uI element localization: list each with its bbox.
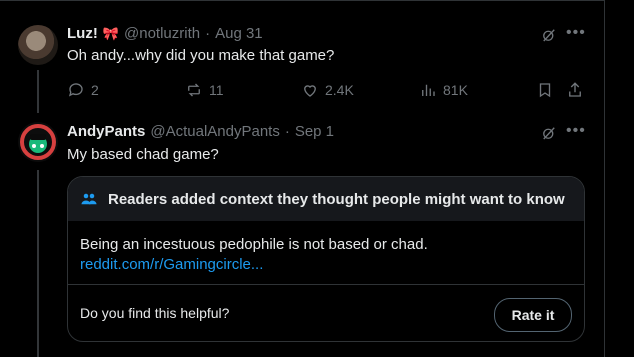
note-header[interactable]: Readers added context they thought peopl… xyxy=(68,177,584,221)
repost-button[interactable]: 11 xyxy=(185,81,224,99)
bookmark-icon xyxy=(539,83,551,98)
note-body: Being an incestuous pedophile is not bas… xyxy=(80,235,428,275)
display-name[interactable]: Luz! xyxy=(67,25,98,42)
views-button[interactable]: 81K xyxy=(419,81,468,99)
user-handle[interactable]: @notluzrith xyxy=(124,25,200,42)
views-count: 81K xyxy=(443,82,468,98)
grok-icon[interactable] xyxy=(540,26,558,44)
more-icon[interactable]: ••• xyxy=(566,122,586,140)
display-name[interactable]: AndyPants xyxy=(67,123,145,140)
tweet-header: AndyPants @ActualAndyPants · Sep 1 xyxy=(67,123,334,140)
separator-dot: · xyxy=(205,25,211,42)
share-icon xyxy=(569,82,581,97)
repost-icon xyxy=(188,83,200,97)
like-button[interactable]: 2.4K xyxy=(301,81,354,99)
community-note: Readers added context they thought peopl… xyxy=(67,176,585,342)
more-icon[interactable]: ••• xyxy=(566,24,586,42)
note-link[interactable]: reddit.com/r/Gamingcircle... xyxy=(80,255,428,275)
divider xyxy=(68,284,584,285)
like-icon xyxy=(304,85,316,97)
reply-count: 2 xyxy=(91,82,99,98)
helpful-question: Do you find this helpful? xyxy=(80,305,230,321)
rate-it-button[interactable]: Rate it xyxy=(494,298,572,332)
people-icon xyxy=(81,193,97,205)
avatar[interactable] xyxy=(18,122,58,162)
timestamp[interactable]: Aug 31 xyxy=(215,25,263,42)
divider xyxy=(0,0,604,1)
user-handle[interactable]: @ActualAndyPants xyxy=(150,123,279,140)
bookmark-button[interactable] xyxy=(536,81,554,99)
tweet-text: Oh andy...why did you make that game? xyxy=(67,47,335,64)
reply-button[interactable]: 2 xyxy=(67,81,99,99)
separator-dot: · xyxy=(284,123,290,140)
like-count: 2.4K xyxy=(325,82,354,98)
grok-icon[interactable] xyxy=(540,124,558,142)
tweet-header: Luz! 🎀 @notluzrith · Aug 31 xyxy=(67,25,263,42)
tweet-text: My based chad game? xyxy=(67,146,219,163)
name-emoji: 🎀 xyxy=(102,26,120,41)
timestamp[interactable]: Sep 1 xyxy=(295,123,334,140)
share-button[interactable] xyxy=(566,81,584,99)
note-header-text: Readers added context they thought peopl… xyxy=(108,190,565,208)
reply-icon xyxy=(68,83,83,97)
thread-line xyxy=(37,170,39,357)
avatar[interactable] xyxy=(18,25,58,65)
views-icon xyxy=(422,84,435,96)
note-text: Being an incestuous pedophile is not bas… xyxy=(80,236,428,253)
repost-count: 11 xyxy=(209,82,224,98)
thread-line xyxy=(37,70,39,113)
